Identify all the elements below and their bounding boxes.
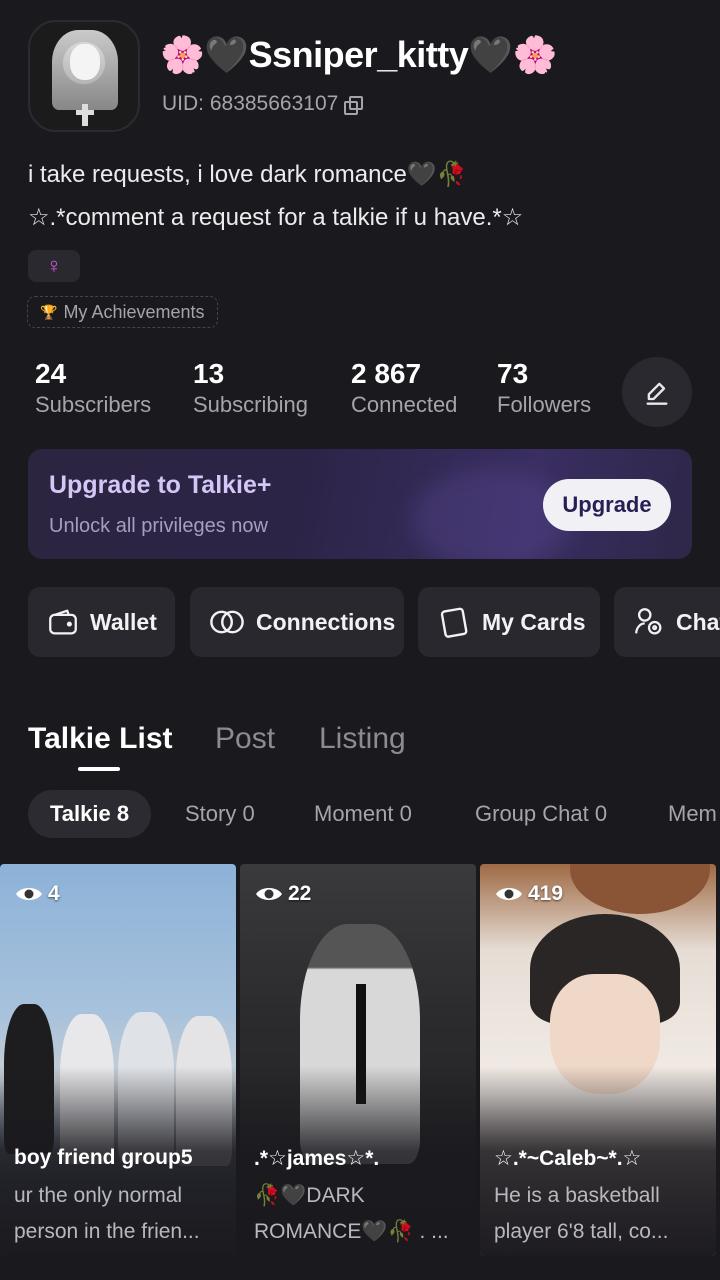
connections-button[interactable]: Connections: [190, 587, 404, 657]
eye-icon: [496, 888, 522, 900]
talkie-card-desc: 🥀🖤DARK ROMANCE🖤🥀 . ...: [254, 1184, 449, 1243]
gender-badge: ♀: [28, 250, 80, 282]
wallet-button[interactable]: Wallet: [28, 587, 175, 657]
talkie-card-title: ☆.*~Caleb~*.☆: [494, 1147, 642, 1170]
view-count: 4: [14, 882, 60, 906]
view-count: 22: [254, 882, 311, 906]
my-cards-button[interactable]: My Cards: [418, 587, 600, 657]
stat-value: 24: [35, 358, 67, 389]
cards-icon: [440, 607, 468, 638]
tab-post[interactable]: Post: [215, 722, 275, 756]
chip-moment[interactable]: Moment 0: [314, 790, 412, 838]
profile-uid: UID: 68385663107: [162, 92, 364, 116]
upgrade-subtitle: Unlock all privileges now: [49, 515, 268, 537]
stat-label: Followers: [497, 392, 592, 417]
achievements-button[interactable]: 🏆 My Achievements: [27, 296, 218, 328]
stat-value: 73: [497, 358, 529, 389]
eye-icon: [16, 888, 42, 900]
chip-story[interactable]: Story 0: [185, 790, 255, 838]
wallet-label: Wallet: [90, 608, 157, 635]
eye-icon: [256, 888, 282, 900]
chip-talkie[interactable]: Talkie 8: [28, 790, 152, 838]
stat-subscribing[interactable]: 13 Subscribing: [193, 358, 308, 418]
stat-label: Connected: [351, 392, 458, 417]
pencil-icon: [646, 382, 668, 405]
connections-label: Connections: [256, 608, 396, 635]
profile-avatar[interactable]: [28, 20, 140, 132]
edit-profile-button[interactable]: [622, 357, 692, 427]
stat-label: Subscribing: [193, 392, 308, 417]
my-cards-label: My Cards: [482, 608, 586, 635]
upgrade-title: Upgrade to Talkie+: [49, 471, 272, 499]
upgrade-button[interactable]: Upgrade: [543, 479, 671, 531]
achievements-label: My Achievements: [63, 301, 205, 322]
stat-connected[interactable]: 2 867 Connected: [351, 358, 457, 418]
chat-icon: [635, 608, 662, 635]
connections-icon: [210, 610, 244, 634]
uid-text: UID: 68385663107: [162, 92, 339, 115]
talkie-card-title: .*☆james☆*.: [254, 1147, 380, 1170]
talkie-card-desc: ur the only normal person in the frien..…: [14, 1184, 200, 1243]
tab-talkie-list[interactable]: Talkie List: [28, 722, 173, 756]
view-count: 419: [494, 882, 563, 906]
talkie-card-desc: He is a basketball player 6'8 tall, co..…: [494, 1184, 669, 1243]
profile-username: 🌸🖤Ssniper_kitty🖤🌸: [160, 34, 557, 75]
chip-members[interactable]: Mem: [668, 790, 717, 838]
chat-button[interactable]: Chat: [614, 587, 720, 657]
bio-line-2: ☆.*comment a request for a talkie if u h…: [28, 204, 524, 231]
trophy-icon: 🏆: [40, 303, 58, 320]
talkie-card[interactable]: 4 boy friend group5 ur the only normal p…: [0, 864, 236, 1256]
chip-group-chat[interactable]: Group Chat 0: [475, 790, 607, 838]
bottom-edge: [0, 1256, 720, 1280]
talkie-card[interactable]: 419 ☆.*~Caleb~*.☆ He is a basketball pla…: [480, 864, 716, 1256]
stat-label: Subscribers: [35, 392, 152, 417]
bio-line-1: i take requests, i love dark romance🖤🥀: [28, 161, 467, 188]
chat-label: Chat: [676, 608, 720, 635]
stat-value: 13: [193, 358, 225, 389]
wallet-icon: [49, 609, 77, 635]
talkie-card[interactable]: 22 .*☆james☆*. 🥀🖤DARK ROMANCE🖤🥀 . ...: [240, 864, 476, 1256]
tab-listing[interactable]: Listing: [319, 722, 406, 756]
active-tab-indicator: [78, 767, 120, 771]
stat-value: 2 867: [351, 358, 422, 389]
copy-icon[interactable]: [344, 96, 364, 115]
upgrade-banner[interactable]: Upgrade to Talkie+ Unlock all privileges…: [28, 449, 692, 559]
talkie-card-title: boy friend group5: [14, 1146, 193, 1169]
stat-subscribers[interactable]: 24 Subscribers: [35, 358, 151, 418]
stat-followers[interactable]: 73 Followers: [497, 358, 591, 418]
